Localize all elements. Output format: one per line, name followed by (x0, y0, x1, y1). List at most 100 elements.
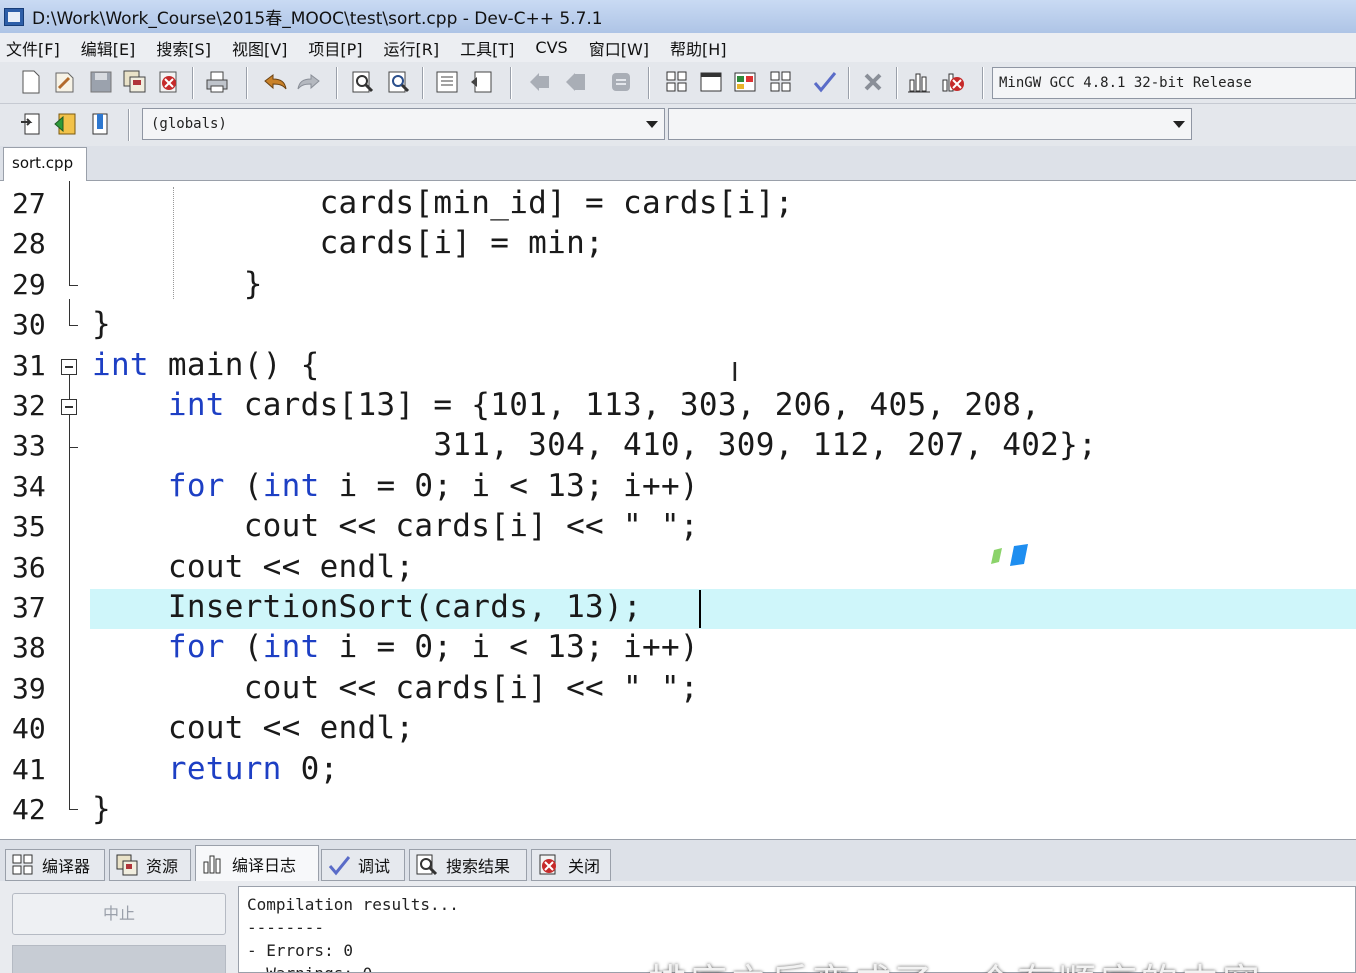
line-number: 42 (12, 793, 46, 826)
bar-chart-icon (202, 853, 224, 875)
save-icon[interactable] (88, 69, 114, 95)
rebuild-all-icon[interactable] (768, 69, 794, 95)
goto-back-icon[interactable] (526, 69, 552, 95)
code-text: } (92, 791, 111, 827)
tab-compiler-label: 编译器 (42, 857, 91, 876)
profile-chart-icon[interactable] (906, 69, 932, 95)
line-number: 29 (12, 268, 46, 301)
insert-icon[interactable] (18, 111, 44, 137)
line-number: 31 (12, 349, 46, 382)
code-text: int cards[13] = {101, 113, 303, 206, 405… (92, 387, 1040, 423)
toolbar-separator (896, 67, 898, 99)
toolbar-separator (422, 67, 424, 99)
code-keyword: for (167, 629, 225, 665)
replace-icon[interactable] (386, 69, 412, 95)
new-file-icon[interactable] (18, 69, 44, 95)
menu-tools[interactable]: 工具[T] (460, 36, 514, 60)
find-icon[interactable] (350, 69, 376, 95)
tab-search-results-label: 搜索结果 (446, 857, 511, 876)
resources-icon (116, 854, 138, 876)
line-number: 36 (12, 551, 46, 584)
tab-close[interactable]: 关闭 (531, 849, 611, 881)
text-caret (699, 590, 701, 628)
tab-resources[interactable]: 资源 (109, 849, 191, 881)
toggle-comment-icon[interactable] (52, 111, 78, 137)
code-token: ( (224, 468, 263, 504)
menu-run[interactable]: 运行[R] (384, 36, 440, 60)
stop-compile-button[interactable]: 中止 (12, 893, 226, 935)
close-file-icon[interactable] (156, 69, 182, 95)
toolbar-separator (510, 67, 512, 99)
code-text: cout << cards[i] << " "; (92, 508, 699, 544)
toolbar-separator (128, 109, 130, 141)
tab-sort-cpp[interactable]: sort.cpp (3, 147, 87, 181)
code-token: 0; (281, 751, 339, 787)
code-text: cout << endl; (92, 710, 414, 746)
fold-end-marker (69, 447, 78, 448)
run-icon[interactable] (698, 69, 724, 95)
code-token: cout << cards[i] << " "; (92, 508, 699, 544)
code-line[interactable] (0, 791, 1356, 831)
fold-toggle-icon[interactable] (61, 399, 77, 415)
line-number: 38 (12, 631, 46, 664)
line-number: 34 (12, 470, 46, 503)
toolbar-separator (648, 67, 650, 99)
line-number: 28 (12, 227, 46, 260)
stop-execution-icon[interactable] (860, 69, 886, 95)
code-token: } (92, 306, 111, 342)
code-token: cout << endl; (92, 549, 415, 585)
scope-combo-value: (globals) (151, 116, 227, 132)
indent-icon[interactable] (434, 69, 460, 95)
tab-search-results[interactable]: 搜索结果 (409, 849, 527, 881)
toolbar-separator (982, 67, 984, 99)
open-file-icon[interactable] (52, 69, 78, 95)
code-token: } (92, 791, 111, 827)
secondary-panel-button[interactable] (12, 945, 226, 973)
chevron-down-icon (1173, 121, 1185, 128)
code-editor[interactable]: 27 cards[min_id] = cards[i]; 28 cards[i] … (0, 181, 1356, 839)
compiler-select[interactable]: MinGW GCC 4.8.1 32-bit Release (992, 67, 1356, 99)
code-text: cout << endl; (92, 549, 414, 585)
goto-forward-icon[interactable] (562, 69, 588, 95)
floating-assistant-icon[interactable] (990, 542, 1034, 568)
undo-icon[interactable] (262, 69, 288, 95)
menu-project[interactable]: 项目[P] (308, 36, 362, 60)
compile-icon[interactable] (664, 69, 690, 95)
menu-search[interactable]: 搜索[S] (156, 36, 211, 60)
title-bar: D:\Work\Work_Course\2015春_MOOC\test\sort… (0, 0, 1356, 33)
checkmark-icon (328, 854, 350, 876)
fold-toggle-icon[interactable] (61, 359, 77, 375)
code-token: InsertionSort(cards, 13); (92, 589, 642, 625)
toggle-bookmark-icon[interactable] (608, 69, 634, 95)
delete-profile-icon[interactable] (940, 69, 966, 95)
code-line[interactable] (0, 306, 1356, 346)
compiler-grid-icon (12, 854, 34, 876)
menu-view[interactable]: 视图[V] (232, 36, 287, 60)
redo-icon[interactable] (296, 69, 322, 95)
scope-combo[interactable]: (globals) (142, 108, 665, 140)
syntax-check-icon[interactable] (812, 69, 838, 95)
code-token: cards[i] = min; (92, 225, 605, 261)
menu-cvs[interactable]: CVS (535, 38, 567, 57)
bookmark-list-icon[interactable] (88, 111, 114, 137)
unindent-icon[interactable] (468, 69, 494, 95)
menu-file[interactable]: 文件[F] (6, 36, 60, 60)
line-number: 33 (12, 429, 46, 462)
code-text: cards[min_id] = cards[i]; (92, 185, 794, 221)
tab-debug[interactable]: 调试 (321, 849, 405, 881)
save-all-icon[interactable] (122, 69, 148, 95)
code-text: 311, 304, 410, 309, 112, 207, 402}; (92, 427, 1097, 463)
line-number: 35 (12, 510, 46, 543)
print-icon[interactable] (204, 69, 230, 95)
menu-edit[interactable]: 编辑[E] (81, 36, 136, 60)
code-token: main() { (148, 347, 320, 383)
tab-compiler[interactable]: 编译器 (5, 849, 105, 881)
member-combo[interactable] (668, 108, 1192, 140)
tab-compile-log[interactable]: 编译日志 (195, 845, 319, 882)
menu-help[interactable]: 帮助[H] (670, 36, 727, 60)
compile-run-icon[interactable] (732, 69, 758, 95)
code-token: } (92, 266, 263, 302)
menu-window[interactable]: 窗口[W] (589, 36, 649, 60)
